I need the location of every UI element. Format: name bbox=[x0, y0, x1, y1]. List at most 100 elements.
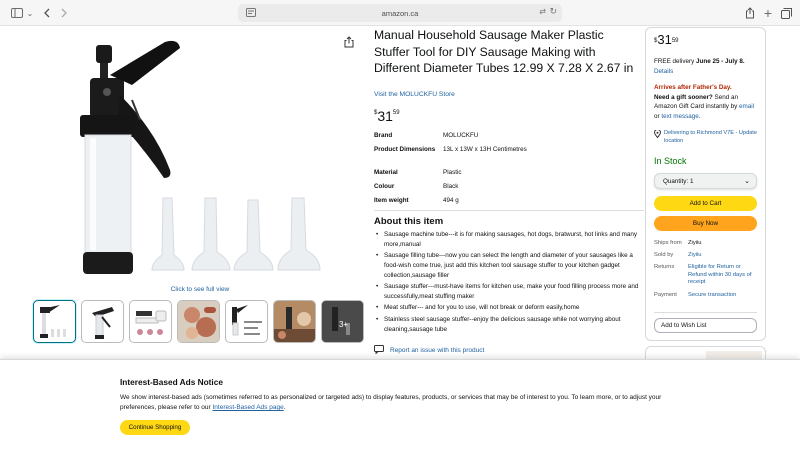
gift-heading: Need a gift sooner? bbox=[654, 93, 713, 101]
ships-from-row: Ships from Ziyiiu bbox=[654, 240, 760, 248]
delivery-prefix: FREE delivery bbox=[654, 58, 696, 65]
about-item: Sausage filling tube---now you can selec… bbox=[374, 251, 642, 280]
divider bbox=[374, 210, 644, 211]
tab-overview-icon[interactable] bbox=[778, 5, 794, 21]
url-text: amazon.ca bbox=[381, 8, 419, 18]
share-icon[interactable] bbox=[343, 35, 355, 48]
gift-text-link[interactable]: text message bbox=[661, 113, 698, 120]
product-main-image[interactable] bbox=[60, 30, 340, 288]
spec-row-material: Material Plastic bbox=[374, 169, 644, 182]
delivery-info: FREE delivery June 25 - July 8. Details bbox=[654, 57, 760, 76]
about-item: Sausage machine tube---it is for making … bbox=[374, 230, 642, 249]
spec-key: Colour bbox=[374, 183, 395, 190]
quantity-label: Quantity: 1 bbox=[663, 177, 694, 185]
price-fraction: 59 bbox=[392, 110, 400, 116]
address-bar[interactable]: amazon.ca ⇄ ↻ bbox=[238, 4, 562, 22]
payment-link[interactable]: Secure transaction bbox=[688, 292, 760, 300]
chevron-down-icon: ⌄ bbox=[744, 178, 750, 185]
spec-row-dimensions: Product Dimensions 13L x 13W x 13H Centi… bbox=[374, 146, 644, 168]
about-item: Meat stuffer--- and for you to use, will… bbox=[374, 303, 642, 313]
meta-label: Returns bbox=[654, 264, 675, 270]
spec-value: Plastic bbox=[443, 169, 462, 176]
price-fraction: 59 bbox=[671, 38, 679, 44]
spec-key: Brand bbox=[374, 132, 393, 139]
translate-icon[interactable]: ⇄ bbox=[539, 7, 546, 16]
price-whole: 31 bbox=[377, 108, 393, 124]
product-title: Manual Household Sausage Maker Plastic S… bbox=[374, 28, 634, 75]
about-item: Sausage stuffer---must-have items for ki… bbox=[374, 282, 642, 301]
buy-box: $3159 FREE delivery June 25 - July 8. De… bbox=[645, 27, 766, 341]
report-issue[interactable]: Report an issue with this product bbox=[374, 345, 484, 356]
spec-value: MOLUCKFU bbox=[443, 132, 479, 139]
spec-row-colour: Colour Black bbox=[374, 183, 644, 196]
more-count: 3+ bbox=[339, 320, 348, 329]
gift-info: Arrives after Father's Day. Need a gift … bbox=[654, 83, 760, 121]
spec-key: Material bbox=[374, 169, 398, 176]
price-symbol: $ bbox=[374, 110, 378, 116]
returns-link[interactable]: Eligible for Return or Refund within 30 … bbox=[688, 264, 760, 287]
thumbnail-6[interactable] bbox=[273, 300, 316, 343]
spec-key: Item weight bbox=[374, 197, 409, 204]
price-whole: 31 bbox=[657, 32, 672, 47]
spec-row-weight: Item weight 494 g bbox=[374, 197, 644, 210]
spec-row-brand: Brand MOLUCKFU bbox=[374, 132, 644, 145]
location-link[interactable]: Delivering to Richmond V7E - Update loca… bbox=[664, 130, 757, 144]
thumbnail-2[interactable] bbox=[81, 300, 124, 343]
forward-icon[interactable] bbox=[56, 5, 72, 21]
back-icon[interactable] bbox=[39, 5, 55, 21]
thumbnail-1[interactable] bbox=[33, 300, 76, 343]
notice-body: We show interest-based ads (sometimes re… bbox=[120, 393, 680, 413]
buy-now-button[interactable]: Buy Now bbox=[654, 216, 757, 231]
spec-value: Black bbox=[443, 183, 459, 190]
about-list: Sausage machine tube---it is for making … bbox=[374, 230, 642, 336]
ads-notice: Interest-Based Ads Notice We show intere… bbox=[0, 359, 800, 450]
product-specs: Brand MOLUCKFU Product Dimensions 13L x … bbox=[374, 132, 644, 210]
notice-end: . bbox=[283, 404, 286, 411]
returns-row: Returns Eligible for Return or Refund wi… bbox=[654, 264, 760, 287]
new-tab-icon[interactable]: + bbox=[760, 5, 776, 21]
store-link[interactable]: Visit the MOLUCKFU Store bbox=[374, 91, 455, 98]
continue-shopping-button[interactable]: Continue Shopping bbox=[120, 420, 190, 435]
spec-key: Product Dimensions bbox=[374, 146, 436, 153]
details-link[interactable]: Details bbox=[654, 68, 673, 75]
thumbnail-5[interactable] bbox=[225, 300, 268, 343]
price-symbol: $ bbox=[654, 38, 658, 44]
meta-label: Payment bbox=[654, 292, 677, 298]
quantity-select[interactable]: Quantity: 1 ⌄ bbox=[654, 173, 757, 189]
thumbnail-3[interactable] bbox=[129, 300, 172, 343]
spec-value: 494 g bbox=[443, 197, 459, 204]
gift-end: . bbox=[698, 112, 701, 120]
notice-title: Interest-Based Ads Notice bbox=[120, 377, 223, 387]
reload-icon[interactable]: ↻ bbox=[549, 6, 557, 17]
gift-email-link[interactable]: email bbox=[739, 103, 754, 110]
chevron-down-icon[interactable]: ⌄ bbox=[22, 5, 38, 21]
buybox-price: $3159 bbox=[654, 32, 760, 48]
location-pin-icon bbox=[653, 129, 662, 141]
page-settings-icon[interactable] bbox=[246, 8, 256, 19]
delivery-dates: June 25 - July 8. bbox=[696, 58, 745, 65]
payment-row: Payment Secure transaction bbox=[654, 292, 760, 300]
location[interactable]: Delivering to Richmond V7E - Update loca… bbox=[653, 129, 760, 145]
meta-label: Sold by bbox=[654, 252, 674, 258]
notice-text: We show interest-based ads (sometimes re… bbox=[120, 394, 662, 411]
report-icon bbox=[374, 345, 384, 356]
thumbnail-more[interactable]: 3+ bbox=[321, 300, 364, 343]
share-icon[interactable] bbox=[742, 5, 758, 21]
seller-link[interactable]: Ziyiiu bbox=[688, 252, 760, 260]
browser-toolbar: ⌄ amazon.ca ⇄ ↻ + bbox=[0, 0, 800, 26]
sold-by-row: Sold by Ziyiiu bbox=[654, 252, 760, 260]
spec-value: 13L x 13W x 13H Centimetres bbox=[443, 146, 527, 153]
interest-ads-link[interactable]: Interest-Based Ads page bbox=[213, 404, 284, 411]
add-to-wishlist-button[interactable]: Add to Wish List bbox=[654, 318, 757, 333]
product-price: $3159 bbox=[374, 108, 400, 126]
meta-value: Ziyiiu bbox=[688, 240, 702, 246]
about-item: Stainless steel sausage stuffer--enjoy t… bbox=[374, 315, 642, 334]
stock-status: In Stock bbox=[654, 156, 687, 166]
thumbnail-4[interactable] bbox=[177, 300, 220, 343]
add-to-cart-button[interactable]: Add to Cart bbox=[654, 196, 757, 211]
arrives-notice: Arrives after Father's Day. bbox=[654, 84, 732, 91]
about-title: About this item bbox=[374, 216, 444, 227]
divider bbox=[654, 312, 757, 313]
full-view-link[interactable]: Click to see full view bbox=[0, 286, 400, 293]
report-link[interactable]: Report an issue with this product bbox=[390, 347, 484, 354]
